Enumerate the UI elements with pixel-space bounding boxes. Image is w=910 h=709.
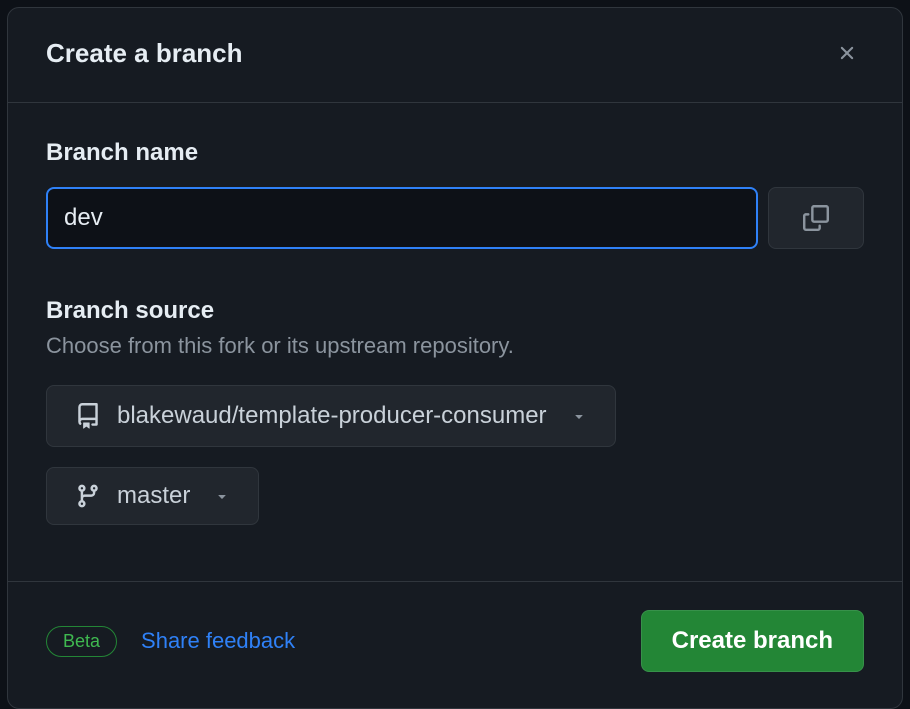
- git-branch-icon: [75, 483, 101, 509]
- repo-icon: [75, 403, 101, 429]
- base-branch-name: master: [117, 482, 190, 510]
- copy-icon: [803, 205, 829, 231]
- beta-badge: Beta: [46, 626, 117, 657]
- base-branch-select[interactable]: master: [46, 467, 259, 525]
- branch-name-input-row: [46, 187, 864, 249]
- copy-button[interactable]: [768, 187, 864, 249]
- create-branch-dialog: Create a branch Branch name Branch sourc…: [7, 7, 903, 709]
- repository-select[interactable]: blakewaud/template-producer-consumer: [46, 385, 616, 447]
- share-feedback-link[interactable]: Share feedback: [141, 628, 295, 654]
- repository-name: blakewaud/template-producer-consumer: [117, 402, 547, 430]
- dialog-header: Create a branch: [8, 8, 902, 102]
- branch-name-input[interactable]: [46, 187, 758, 249]
- footer-left: Beta Share feedback: [46, 626, 295, 657]
- caret-down-icon: [214, 488, 230, 504]
- close-icon: [836, 42, 858, 64]
- close-button[interactable]: [830, 36, 864, 70]
- create-branch-button[interactable]: Create branch: [641, 610, 864, 672]
- dialog-body: Branch name Branch source Choose from th…: [8, 103, 902, 581]
- branch-name-label: Branch name: [46, 139, 864, 167]
- dialog-title: Create a branch: [46, 38, 243, 69]
- branch-source-label: Branch source: [46, 297, 864, 325]
- caret-down-icon: [571, 408, 587, 424]
- branch-source-description: Choose from this fork or its upstream re…: [46, 333, 864, 359]
- dialog-footer: Beta Share feedback Create branch: [8, 582, 902, 708]
